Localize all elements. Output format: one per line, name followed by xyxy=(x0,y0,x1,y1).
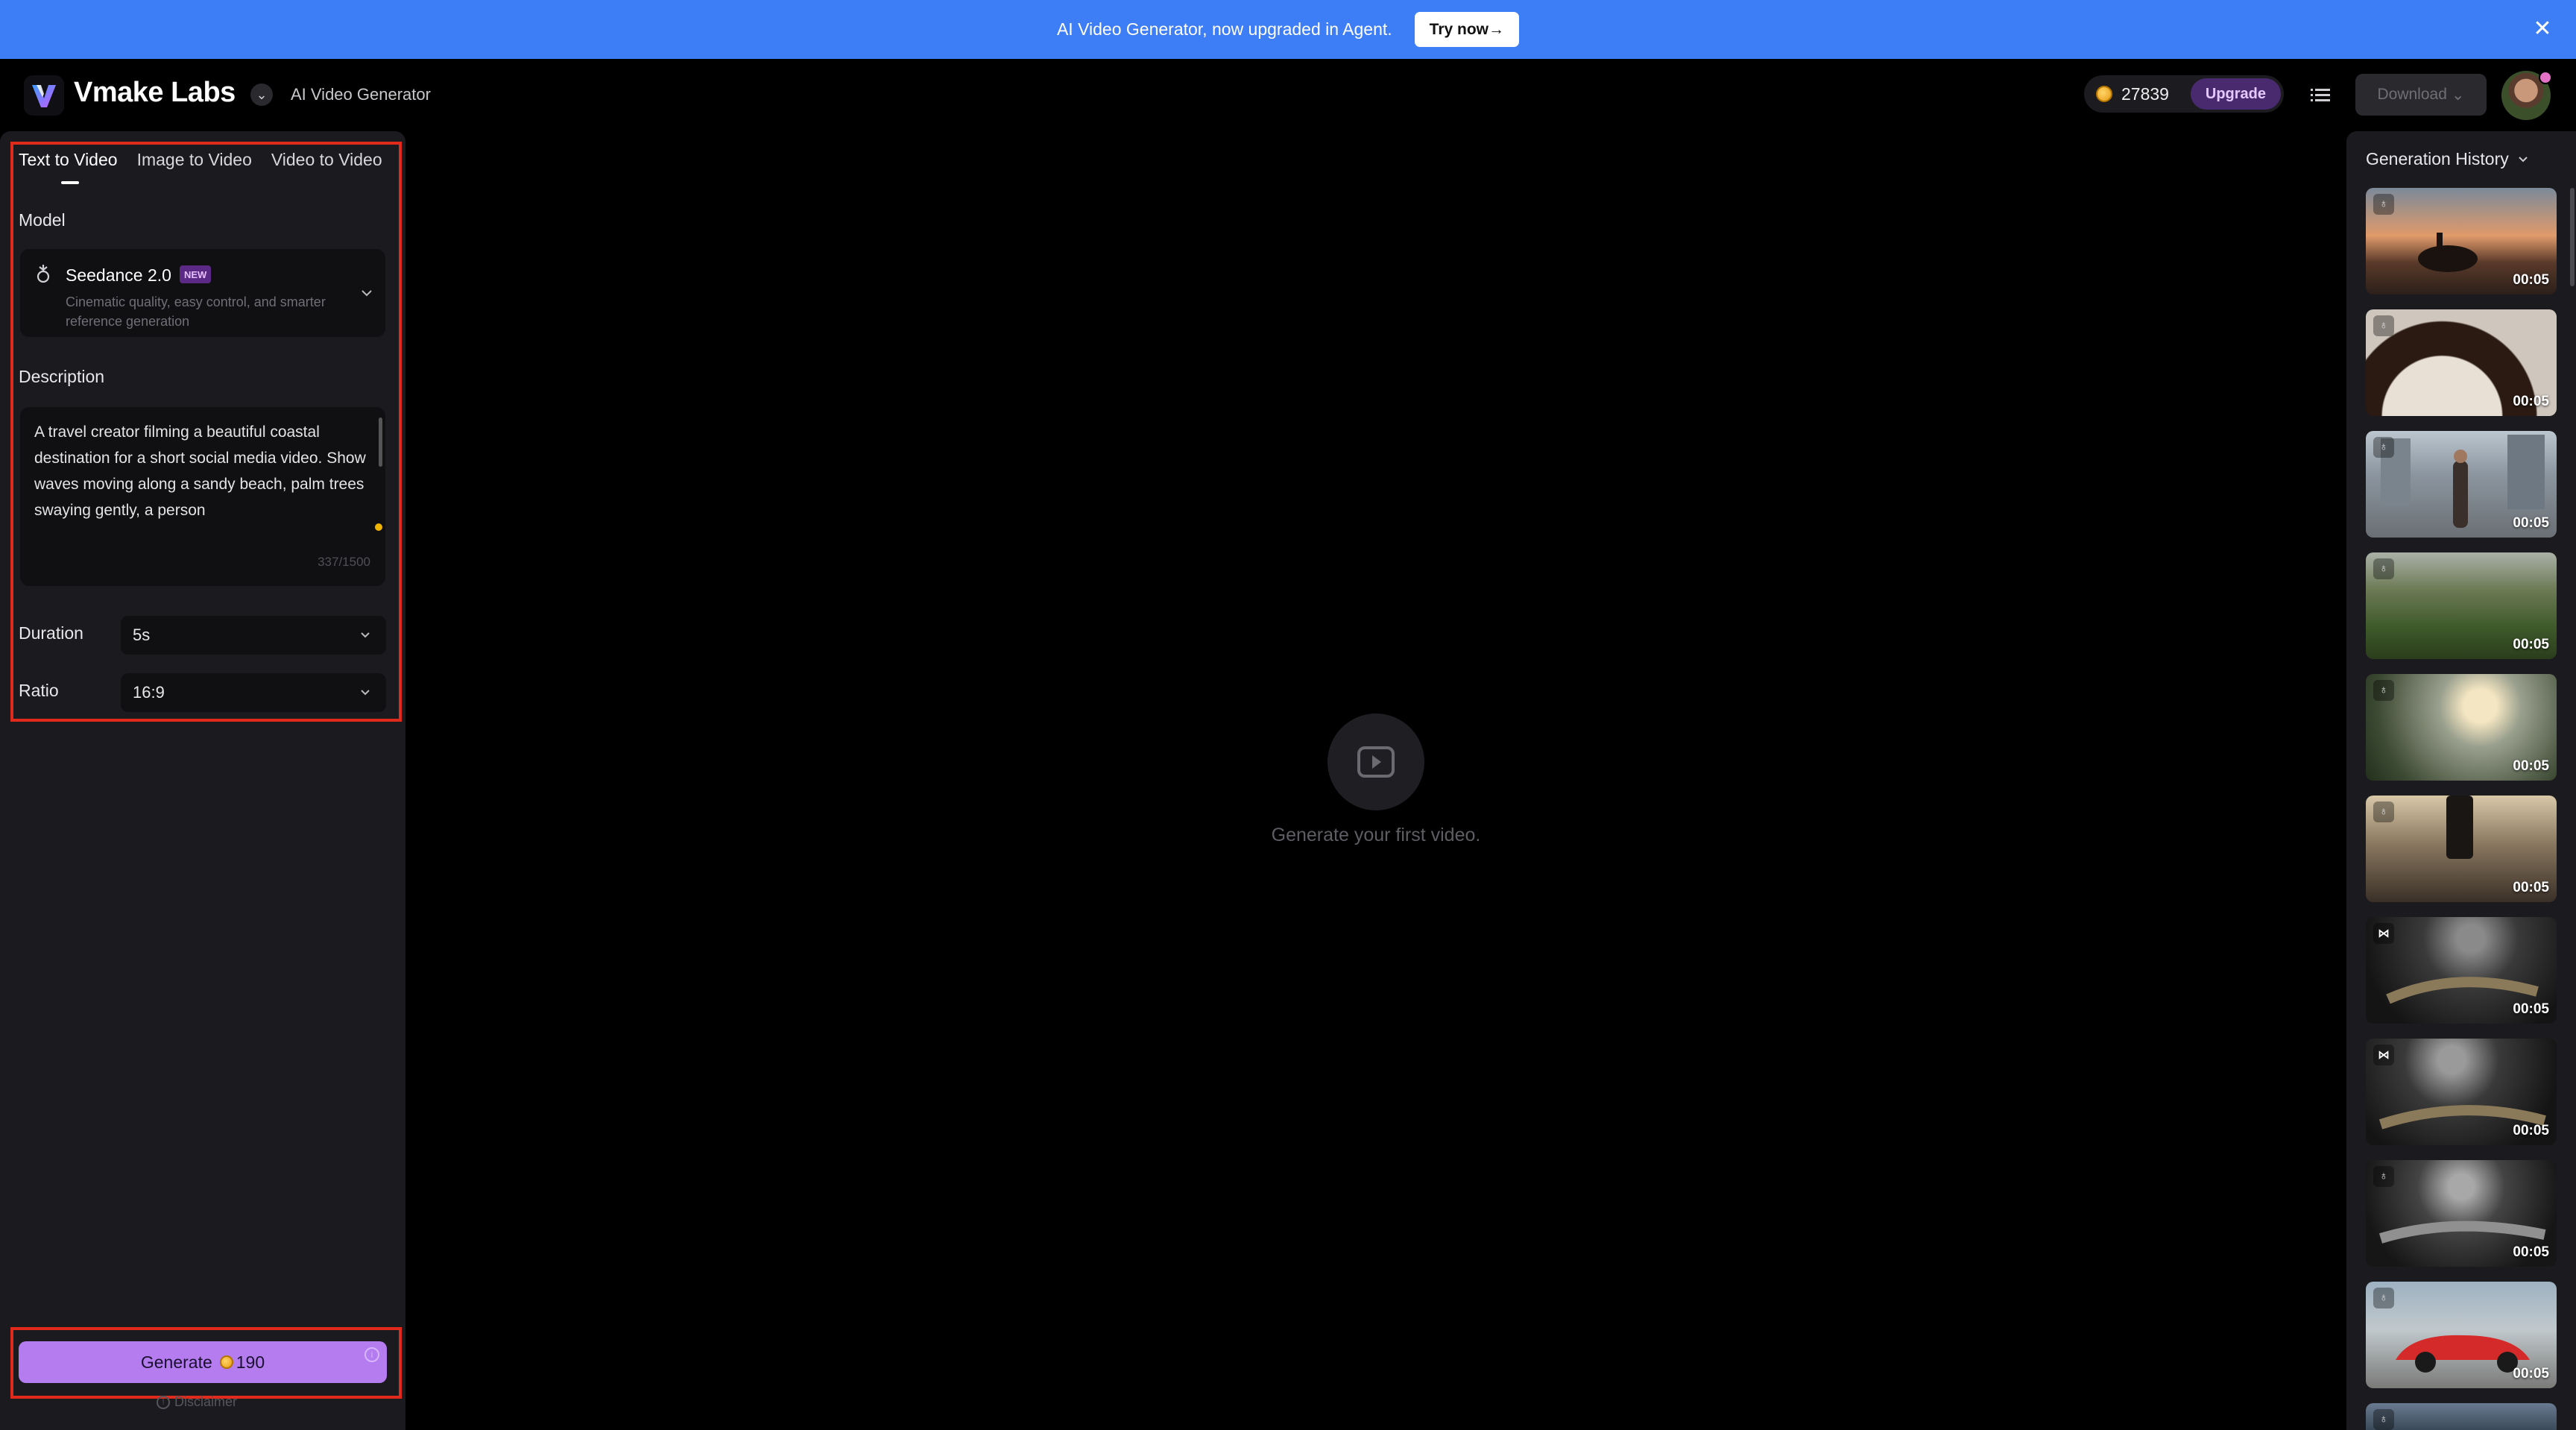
seedance-icon: ♁ xyxy=(2373,437,2394,458)
history-item[interactable]: ♁ 00:05 xyxy=(2366,1282,2557,1388)
tab-video-to-video[interactable]: Video to Video xyxy=(271,150,382,170)
seedance-icon: ♁ xyxy=(2373,1166,2394,1187)
banner-text: AI Video Generator, now upgraded in Agen… xyxy=(1056,19,1392,39)
history-item[interactable]: ♁ 00:05 xyxy=(2366,1160,2557,1267)
credits-count: 27839 xyxy=(2121,84,2169,104)
history-item[interactable]: ♁ 00:05 xyxy=(2366,552,2557,659)
history-item[interactable]: ♁ xyxy=(2366,1403,2557,1430)
tab-text-to-video[interactable]: Text to Video xyxy=(19,150,118,170)
duration-select[interactable]: 5s xyxy=(121,616,386,655)
history-item[interactable]: ♁ 00:05 xyxy=(2366,309,2557,416)
description-label: Description xyxy=(19,367,105,386)
thumbnail-duration: 00:05 xyxy=(2513,272,2549,288)
seedance-icon xyxy=(37,265,50,283)
disclaimer-link[interactable]: ! Disclaimer xyxy=(157,1394,237,1410)
seedance-icon: ♁ xyxy=(2373,1409,2394,1430)
chevron-down-icon xyxy=(361,632,370,638)
tab-image-to-video[interactable]: Image to Video xyxy=(137,150,252,170)
chevron-down-icon: ⌄ xyxy=(2451,86,2465,104)
list-icon[interactable] xyxy=(2308,83,2333,108)
info-icon: ! xyxy=(157,1395,170,1409)
active-tab-indicator xyxy=(61,181,79,184)
history-item[interactable]: ♁ 00:05 xyxy=(2366,674,2557,781)
description-text[interactable]: A travel creator filming a beautiful coa… xyxy=(34,419,370,523)
meta-logo-icon: ⋈ xyxy=(2373,923,2394,944)
generate-cost: 190 xyxy=(236,1352,265,1372)
status-dot xyxy=(375,523,382,531)
generate-button[interactable]: Generate 190 i xyxy=(19,1341,387,1383)
upgrade-button[interactable]: Upgrade xyxy=(2190,78,2281,110)
history-item[interactable]: ♁ 00:05 xyxy=(2366,188,2557,294)
promo-banner: AI Video Generator, now upgraded in Agen… xyxy=(0,0,2576,59)
model-label: Model xyxy=(19,210,66,230)
brand-name: Vmake Labs xyxy=(74,77,236,108)
credits-pill[interactable]: 27839 Upgrade xyxy=(2084,75,2284,113)
vmake-logo-icon[interactable] xyxy=(24,75,64,116)
thumbnail-duration: 00:05 xyxy=(2513,1123,2549,1138)
history-item[interactable]: ♁ 00:05 xyxy=(2366,796,2557,902)
info-icon[interactable]: i xyxy=(364,1347,379,1362)
download-label: Download xyxy=(2377,86,2447,103)
chevron-down-icon xyxy=(362,290,372,297)
seedance-icon: ♁ xyxy=(2373,558,2394,579)
history-scrollbar[interactable] xyxy=(2570,188,2575,286)
duration-label: Duration xyxy=(19,623,83,643)
seedance-icon: ♁ xyxy=(2373,1288,2394,1308)
empty-state-text: Generate your first video. xyxy=(1271,825,1481,845)
ratio-value: 16:9 xyxy=(133,683,165,702)
history-dropdown[interactable]: Generation History xyxy=(2366,149,2530,169)
thumbnail-duration: 00:05 xyxy=(2513,880,2549,895)
product-subtitle: AI Video Generator xyxy=(291,85,431,104)
play-icon xyxy=(1328,714,1424,810)
left-panel: Text to Video Image to Video Video to Vi… xyxy=(0,131,405,1430)
history-item[interactable]: ⋈ 00:05 xyxy=(2366,1039,2557,1145)
history-title: Generation History xyxy=(2366,149,2509,168)
thumbnail-duration: 00:05 xyxy=(2513,394,2549,409)
thumbnail-duration: 00:05 xyxy=(2513,1366,2549,1382)
try-now-button[interactable]: Try now→ xyxy=(1414,12,1520,47)
thumbnail-duration: 00:05 xyxy=(2513,1244,2549,1260)
download-button[interactable]: Download ⌄ xyxy=(2355,74,2487,116)
coin-icon xyxy=(219,1355,233,1369)
model-description: Cinematic quality, easy control, and sma… xyxy=(66,294,326,329)
textarea-scrollbar[interactable] xyxy=(379,418,382,467)
description-textarea[interactable]: A travel creator filming a beautiful coa… xyxy=(20,407,385,586)
thumbnail-duration: 00:05 xyxy=(2513,1001,2549,1017)
ratio-select[interactable]: 16:9 xyxy=(121,673,386,712)
ratio-label: Ratio xyxy=(19,681,59,700)
notification-badge xyxy=(2539,71,2552,84)
thumbnail-duration: 00:05 xyxy=(2513,758,2549,774)
thumbnail-duration: 00:05 xyxy=(2513,515,2549,531)
chevron-down-icon xyxy=(2519,156,2528,162)
seedance-icon: ♁ xyxy=(2373,680,2394,701)
history-panel: Generation History ♁ 00:05 ♁ 00:05 ♁ 00:… xyxy=(2346,131,2576,1430)
top-header: Vmake Labs ⌄ AI Video Generator 27839 Up… xyxy=(0,59,2576,132)
thumbnail-duration: 00:05 xyxy=(2513,637,2549,652)
model-name: Seedance 2.0 xyxy=(66,265,171,285)
history-item[interactable]: ⋈ 00:05 xyxy=(2366,917,2557,1024)
seedance-icon: ♁ xyxy=(2373,315,2394,336)
seedance-icon: ♁ xyxy=(2373,801,2394,822)
chevron-down-icon xyxy=(361,690,370,696)
chevron-down-icon[interactable]: ⌄ xyxy=(250,84,273,106)
close-icon[interactable]: ✕ xyxy=(2530,16,2555,42)
coin-icon xyxy=(2096,86,2112,102)
new-badge: NEW xyxy=(180,265,212,283)
disclaimer-label: Disclaimer xyxy=(174,1394,238,1409)
char-count: 337/1500 xyxy=(318,555,370,569)
model-selector[interactable]: Seedance 2.0 NEW Cinematic quality, easy… xyxy=(20,249,385,337)
generate-label: Generate xyxy=(140,1352,212,1372)
history-item[interactable]: ♁ 00:05 xyxy=(2366,431,2557,538)
seedance-icon: ♁ xyxy=(2373,194,2394,215)
meta-logo-icon: ⋈ xyxy=(2373,1045,2394,1065)
duration-value: 5s xyxy=(133,626,151,644)
mode-tabs: Text to Video Image to Video Video to Vi… xyxy=(19,150,382,170)
